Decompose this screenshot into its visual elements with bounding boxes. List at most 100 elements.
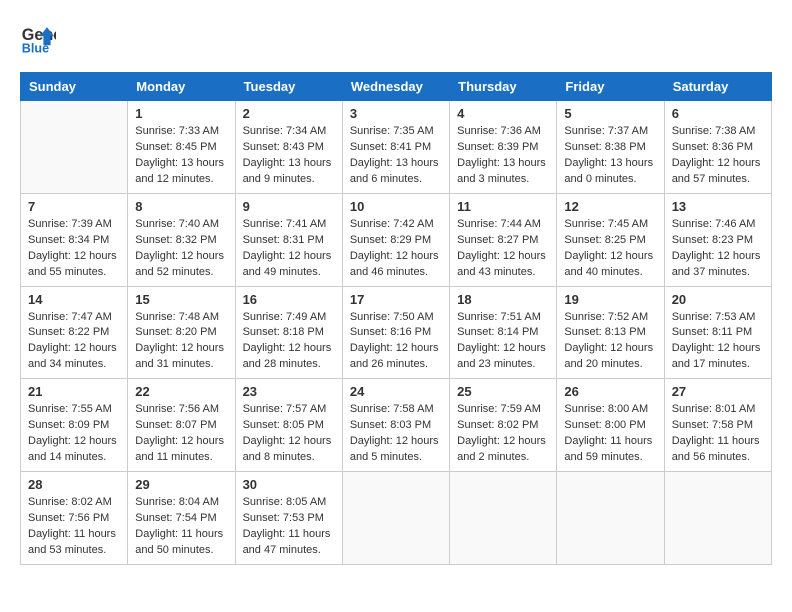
logo: General Blue bbox=[20, 20, 60, 56]
calendar-cell bbox=[450, 472, 557, 565]
day-info: Sunrise: 7:49 AM Sunset: 8:18 PM Dayligh… bbox=[243, 310, 335, 374]
calendar-cell: 1 Sunrise: 7:33 AM Sunset: 8:45 PM Daylig… bbox=[128, 101, 235, 194]
day-info: Sunrise: 7:50 AM Sunset: 8:16 PM Dayligh… bbox=[350, 310, 442, 374]
day-number: 18 bbox=[457, 292, 549, 307]
weekday-header-friday: Friday bbox=[557, 73, 664, 101]
calendar-cell: 11Sunrise: 7:44 AM Sunset: 8:27 PM Dayli… bbox=[450, 193, 557, 286]
calendar-cell: 17 Sunrise: 7:50 AM Sunset: 8:16 PM Dayli… bbox=[342, 286, 449, 379]
weekday-header-row: SundayMondayTuesdayWednesdayThursdayFrid… bbox=[21, 73, 772, 101]
day-number: 29 bbox=[135, 477, 227, 492]
day-info: Sunrise: 7:58 AM Sunset: 8:03 PM Dayligh… bbox=[350, 402, 442, 466]
weekday-header-wednesday: Wednesday bbox=[342, 73, 449, 101]
day-info: Sunrise: 7:35 AM Sunset: 8:41 PM Dayligh… bbox=[350, 124, 442, 188]
day-info: Sunrise: 8:04 AM Sunset: 7:54 PM Dayligh… bbox=[135, 495, 227, 559]
page-header: General Blue bbox=[20, 20, 772, 56]
calendar-cell: 21 Sunrise: 7:55 AM Sunset: 8:09 PM Dayli… bbox=[21, 379, 128, 472]
calendar-cell: 10Sunrise: 7:42 AM Sunset: 8:29 PM Dayli… bbox=[342, 193, 449, 286]
day-info: Sunrise: 7:46 AM Sunset: 8:23 PM Dayligh… bbox=[672, 217, 764, 281]
day-number: 19 bbox=[564, 292, 656, 307]
day-number: 16 bbox=[243, 292, 335, 307]
day-number: 7 bbox=[28, 199, 120, 214]
calendar-cell: 5 Sunrise: 7:37 AM Sunset: 8:38 PM Daylig… bbox=[557, 101, 664, 194]
calendar-cell: 23 Sunrise: 7:57 AM Sunset: 8:05 PM Dayli… bbox=[235, 379, 342, 472]
calendar-cell: 26 Sunrise: 8:00 AM Sunset: 8:00 PM Dayli… bbox=[557, 379, 664, 472]
calendar-cell: 15 Sunrise: 7:48 AM Sunset: 8:20 PM Dayli… bbox=[128, 286, 235, 379]
weekday-header-thursday: Thursday bbox=[450, 73, 557, 101]
day-number: 10 bbox=[350, 199, 442, 214]
day-number: 28 bbox=[28, 477, 120, 492]
day-number: 30 bbox=[243, 477, 335, 492]
day-info: Sunrise: 7:38 AM Sunset: 8:36 PM Dayligh… bbox=[672, 124, 764, 188]
day-number: 17 bbox=[350, 292, 442, 307]
day-info: Sunrise: 7:57 AM Sunset: 8:05 PM Dayligh… bbox=[243, 402, 335, 466]
day-info: Sunrise: 7:45 AM Sunset: 8:25 PM Dayligh… bbox=[564, 217, 656, 281]
weekday-header-sunday: Sunday bbox=[21, 73, 128, 101]
calendar-cell bbox=[342, 472, 449, 565]
day-info: Sunrise: 7:41 AM Sunset: 8:31 PM Dayligh… bbox=[243, 217, 335, 281]
day-number: 27 bbox=[672, 384, 764, 399]
day-number: 2 bbox=[243, 106, 335, 121]
calendar-cell: 16 Sunrise: 7:49 AM Sunset: 8:18 PM Dayli… bbox=[235, 286, 342, 379]
day-number: 21 bbox=[28, 384, 120, 399]
day-number: 15 bbox=[135, 292, 227, 307]
day-info: Sunrise: 7:48 AM Sunset: 8:20 PM Dayligh… bbox=[135, 310, 227, 374]
day-number: 14 bbox=[28, 292, 120, 307]
day-info: Sunrise: 7:53 AM Sunset: 8:11 PM Dayligh… bbox=[672, 310, 764, 374]
day-number: 3 bbox=[350, 106, 442, 121]
day-info: Sunrise: 7:39 AM Sunset: 8:34 PM Dayligh… bbox=[28, 217, 120, 281]
day-number: 6 bbox=[672, 106, 764, 121]
weekday-header-monday: Monday bbox=[128, 73, 235, 101]
day-info: Sunrise: 7:51 AM Sunset: 8:14 PM Dayligh… bbox=[457, 310, 549, 374]
weekday-header-tuesday: Tuesday bbox=[235, 73, 342, 101]
day-info: Sunrise: 7:55 AM Sunset: 8:09 PM Dayligh… bbox=[28, 402, 120, 466]
calendar-cell: 7 Sunrise: 7:39 AM Sunset: 8:34 PM Daylig… bbox=[21, 193, 128, 286]
day-number: 25 bbox=[457, 384, 549, 399]
day-number: 9 bbox=[243, 199, 335, 214]
calendar-cell: 29 Sunrise: 8:04 AM Sunset: 7:54 PM Dayli… bbox=[128, 472, 235, 565]
calendar-cell: 6 Sunrise: 7:38 AM Sunset: 8:36 PM Daylig… bbox=[664, 101, 771, 194]
day-info: Sunrise: 7:36 AM Sunset: 8:39 PM Dayligh… bbox=[457, 124, 549, 188]
weekday-header-saturday: Saturday bbox=[664, 73, 771, 101]
calendar-cell: 19 Sunrise: 7:52 AM Sunset: 8:13 PM Dayli… bbox=[557, 286, 664, 379]
calendar-cell: 3 Sunrise: 7:35 AM Sunset: 8:41 PM Daylig… bbox=[342, 101, 449, 194]
calendar-cell: 8 Sunrise: 7:40 AM Sunset: 8:32 PM Daylig… bbox=[128, 193, 235, 286]
day-number: 26 bbox=[564, 384, 656, 399]
calendar-cell: 30 Sunrise: 8:05 AM Sunset: 7:53 PM Dayli… bbox=[235, 472, 342, 565]
day-number: 5 bbox=[564, 106, 656, 121]
day-info: Sunrise: 7:40 AM Sunset: 8:32 PM Dayligh… bbox=[135, 217, 227, 281]
day-number: 8 bbox=[135, 199, 227, 214]
calendar-cell bbox=[557, 472, 664, 565]
calendar-cell: 28 Sunrise: 8:02 AM Sunset: 7:56 PM Dayli… bbox=[21, 472, 128, 565]
calendar-week-row: 28 Sunrise: 8:02 AM Sunset: 7:56 PM Dayli… bbox=[21, 472, 772, 565]
day-number: 12 bbox=[564, 199, 656, 214]
calendar-week-row: 7 Sunrise: 7:39 AM Sunset: 8:34 PM Daylig… bbox=[21, 193, 772, 286]
day-info: Sunrise: 8:02 AM Sunset: 7:56 PM Dayligh… bbox=[28, 495, 120, 559]
calendar-cell bbox=[21, 101, 128, 194]
day-info: Sunrise: 8:00 AM Sunset: 8:00 PM Dayligh… bbox=[564, 402, 656, 466]
day-number: 13 bbox=[672, 199, 764, 214]
calendar-week-row: 21 Sunrise: 7:55 AM Sunset: 8:09 PM Dayli… bbox=[21, 379, 772, 472]
day-info: Sunrise: 7:37 AM Sunset: 8:38 PM Dayligh… bbox=[564, 124, 656, 188]
calendar-cell: 13 Sunrise: 7:46 AM Sunset: 8:23 PM Dayli… bbox=[664, 193, 771, 286]
calendar-cell: 2 Sunrise: 7:34 AM Sunset: 8:43 PM Daylig… bbox=[235, 101, 342, 194]
calendar-cell bbox=[664, 472, 771, 565]
day-number: 24 bbox=[350, 384, 442, 399]
day-info: Sunrise: 8:01 AM Sunset: 7:58 PM Dayligh… bbox=[672, 402, 764, 466]
day-info: Sunrise: 8:05 AM Sunset: 7:53 PM Dayligh… bbox=[243, 495, 335, 559]
day-number: 22 bbox=[135, 384, 227, 399]
day-number: 20 bbox=[672, 292, 764, 307]
day-info: Sunrise: 7:56 AM Sunset: 8:07 PM Dayligh… bbox=[135, 402, 227, 466]
calendar-cell: 22 Sunrise: 7:56 AM Sunset: 8:07 PM Dayli… bbox=[128, 379, 235, 472]
day-info: Sunrise: 7:34 AM Sunset: 8:43 PM Dayligh… bbox=[243, 124, 335, 188]
calendar-cell: 12 Sunrise: 7:45 AM Sunset: 8:25 PM Dayli… bbox=[557, 193, 664, 286]
calendar-cell: 24 Sunrise: 7:58 AM Sunset: 8:03 PM Dayli… bbox=[342, 379, 449, 472]
day-number: 23 bbox=[243, 384, 335, 399]
day-info: Sunrise: 7:33 AM Sunset: 8:45 PM Dayligh… bbox=[135, 124, 227, 188]
day-info: Sunrise: 7:52 AM Sunset: 8:13 PM Dayligh… bbox=[564, 310, 656, 374]
calendar-cell: 4 Sunrise: 7:36 AM Sunset: 8:39 PM Daylig… bbox=[450, 101, 557, 194]
day-number: 4 bbox=[457, 106, 549, 121]
day-number: 1 bbox=[135, 106, 227, 121]
day-info: Sunrise: 7:59 AM Sunset: 8:02 PM Dayligh… bbox=[457, 402, 549, 466]
calendar-week-row: 1 Sunrise: 7:33 AM Sunset: 8:45 PM Daylig… bbox=[21, 101, 772, 194]
calendar-cell: 18 Sunrise: 7:51 AM Sunset: 8:14 PM Dayli… bbox=[450, 286, 557, 379]
